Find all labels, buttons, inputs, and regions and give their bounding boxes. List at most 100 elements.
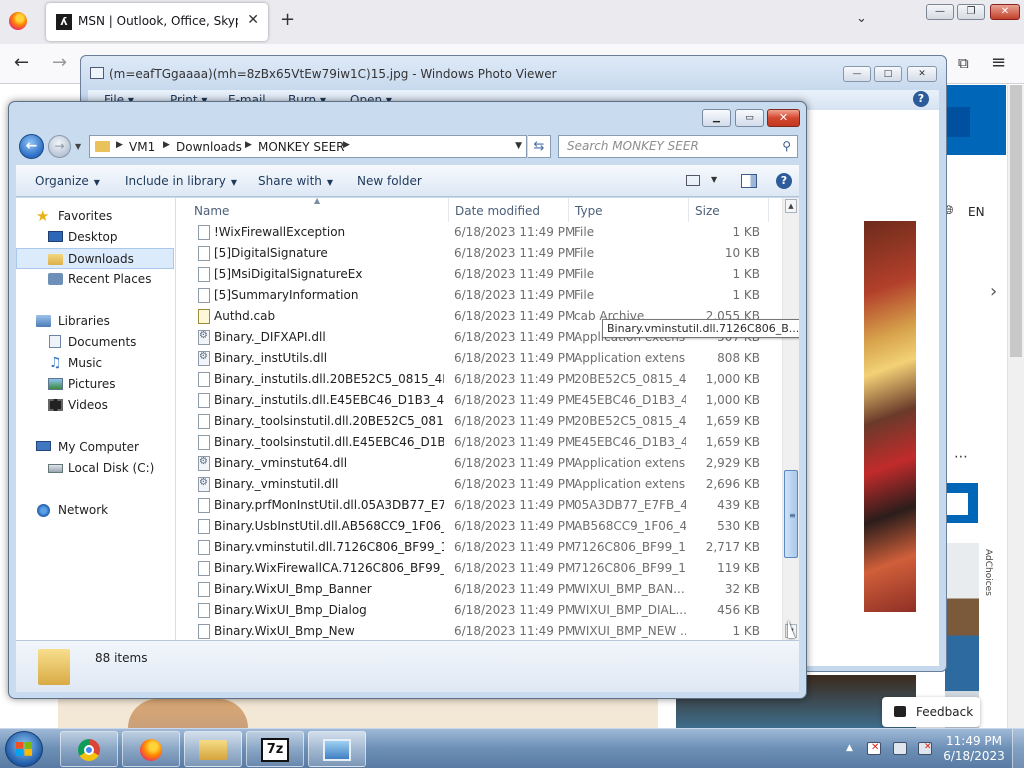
nav-local-disk[interactable]: Local Disk (C:): [16, 458, 174, 479]
file-row[interactable]: Binary._instutils.dll.20BE52C5_0815_4F26…: [176, 369, 782, 390]
explorer-minimize-button[interactable]: ▁: [702, 109, 731, 127]
file-row[interactable]: Binary.UsbInstUtil.dll.AB568CC9_1F06_42.…: [176, 516, 782, 537]
address-dropdown-icon[interactable]: ▼: [515, 141, 522, 151]
explorer-close-button[interactable]: ✕: [767, 109, 800, 127]
file-row[interactable]: Binary.vminstutil.dll.7126C806_BF99_11D.…: [176, 537, 782, 558]
taskbar-chrome-button[interactable]: [60, 731, 118, 767]
language-label[interactable]: EN: [968, 205, 985, 219]
nav-recent-places[interactable]: Recent Places: [16, 269, 174, 290]
preview-pane-icon[interactable]: [741, 174, 757, 188]
file-row[interactable]: Binary.WixFirewallCA.7126C806_BF99_11...…: [176, 558, 782, 579]
forward-arrow-icon[interactable]: →: [52, 54, 67, 72]
explorer-titlebar[interactable]: ▁ ▭ ✕: [9, 102, 806, 132]
breadcrumb-vm1[interactable]: VM1: [129, 140, 155, 154]
breadcrumb-separator-icon[interactable]: ▶: [343, 140, 350, 150]
show-hidden-icons-icon[interactable]: ▲: [846, 743, 853, 753]
firefox-restore-button[interactable]: ❐: [957, 4, 985, 20]
refresh-icon[interactable]: ⇆: [528, 135, 551, 158]
nav-my-computer[interactable]: My Computer: [16, 437, 174, 458]
scroll-up-icon[interactable]: ▲: [785, 199, 797, 213]
extensions-icon[interactable]: ⧉: [958, 54, 969, 72]
page-scroll-thumb[interactable]: [1010, 85, 1022, 357]
nav-pictures[interactable]: Pictures: [16, 374, 174, 395]
page-scrollbar[interactable]: [1007, 85, 1024, 728]
volume-muted-icon[interactable]: [918, 742, 932, 755]
more-options-icon[interactable]: ⋯: [954, 449, 968, 465]
view-options-chevron-icon[interactable]: ▼: [711, 175, 717, 184]
column-date-modified[interactable]: Date modified: [455, 204, 540, 218]
action-center-flag-icon[interactable]: [867, 742, 881, 755]
msn-header-button[interactable]: [944, 107, 970, 137]
nav-network[interactable]: Network: [16, 500, 174, 521]
photo-viewer-titlebar[interactable]: (m=eafTGgaaaa)(mh=8zBx65VtEw79iw1C)15.jp…: [81, 56, 946, 90]
address-bar[interactable]: ▶ VM1 ▶ Downloads ▶ MONKEY SEER ▶ ▼: [89, 135, 527, 158]
organize-button[interactable]: Organize ▼: [35, 174, 100, 188]
breadcrumb-downloads[interactable]: Downloads: [176, 140, 242, 154]
news-card-image[interactable]: [58, 699, 658, 728]
nav-desktop[interactable]: Desktop: [16, 227, 174, 248]
nav-favorites[interactable]: ★ Favorites: [16, 206, 174, 227]
column-name[interactable]: Name: [194, 204, 229, 218]
file-row[interactable]: Binary._toolsinstutil.dll.20BE52C5_0815_…: [176, 411, 782, 432]
file-row[interactable]: Binary._toolsinstutil.dll.E45EBC46_D1B3_…: [176, 432, 782, 453]
file-row[interactable]: Binary._vminstutil.dll 6/18/2023 11:49 PM…: [176, 474, 782, 495]
column-type[interactable]: Type: [575, 204, 603, 218]
show-desktop-button[interactable]: [1012, 729, 1024, 768]
photo-viewer-minimize-button[interactable]: —: [843, 66, 871, 82]
file-row[interactable]: Binary.prfMonInstUtil.dll.05A3DB77_E7FB.…: [176, 495, 782, 516]
explorer-maximize-button[interactable]: ▭: [735, 109, 764, 127]
taskbar-explorer-button[interactable]: [184, 731, 242, 767]
share-with-button[interactable]: Share with ▼: [258, 174, 333, 188]
include-in-library-button[interactable]: Include in library ▼: [125, 174, 237, 188]
adchoices-label[interactable]: AdChoices: [981, 549, 993, 596]
browser-tab-msn[interactable]: ʎ MSN | Outlook, Office, Skype, B ✕: [46, 3, 268, 41]
column-size[interactable]: Size: [695, 204, 720, 218]
start-button[interactable]: [5, 731, 43, 767]
photo-viewer-close-button[interactable]: ✕: [907, 66, 937, 82]
scroll-thumb[interactable]: ≡: [784, 470, 798, 558]
photo-viewer-maximize-button[interactable]: □: [874, 66, 902, 82]
new-tab-button[interactable]: +: [280, 11, 295, 29]
msn-promo-block[interactable]: [942, 483, 978, 523]
file-row[interactable]: [5]DigitalSignature 6/18/2023 11:49 PM Fil…: [176, 243, 782, 264]
help-icon[interactable]: ?: [776, 173, 792, 189]
file-row[interactable]: Binary._instutils.dll.E45EBC46_D1B3_409D…: [176, 390, 782, 411]
taskbar-photo-viewer-button[interactable]: [308, 731, 366, 767]
taskbar-firefox-button[interactable]: [122, 731, 180, 767]
file-row[interactable]: Binary._instUtils.dll 6/18/2023 11:49 PMA…: [176, 348, 782, 369]
nav-libraries[interactable]: Libraries: [16, 311, 174, 332]
tab-close-icon[interactable]: ✕: [247, 12, 259, 28]
system-clock[interactable]: 11:49 PM 6/18/2023: [943, 734, 1005, 764]
taskbar-7zip-button[interactable]: 7z: [246, 731, 304, 767]
nav-music[interactable]: ♫ Music: [16, 353, 174, 374]
new-folder-button[interactable]: New folder: [357, 174, 422, 188]
network-tray-icon[interactable]: [893, 742, 907, 755]
breadcrumb-separator-icon[interactable]: ▶: [163, 140, 170, 150]
file-row[interactable]: [5]SummaryInformation 6/18/2023 11:49 PM F…: [176, 285, 782, 306]
firefox-logo-icon[interactable]: [9, 12, 27, 30]
breadcrumb-separator-icon[interactable]: ▶: [116, 140, 123, 150]
firefox-minimize-button[interactable]: —: [926, 4, 954, 20]
file-row[interactable]: Binary.WixUI_Bmp_New 6/18/2023 11:49 PM WI…: [176, 621, 782, 640]
file-row[interactable]: Binary.WixUI_Bmp_Banner 6/18/2023 11:49 P…: [176, 579, 782, 600]
breadcrumb-separator-icon[interactable]: ▶: [245, 140, 252, 150]
search-icon[interactable]: ⚲: [782, 139, 791, 153]
file-row[interactable]: Binary.WixUI_Bmp_Dialog 6/18/2023 11:49 P…: [176, 600, 782, 621]
back-button-icon[interactable]: ←: [19, 134, 44, 159]
search-input[interactable]: Search MONKEY SEER ⚲: [558, 135, 798, 158]
forward-button-icon[interactable]: →: [48, 135, 71, 158]
list-tabs-chevron-icon[interactable]: ⌄: [856, 11, 867, 26]
file-row[interactable]: [5]MsiDigitalSignatureEx 6/18/2023 11:49 …: [176, 264, 782, 285]
nav-documents[interactable]: Documents: [16, 332, 174, 353]
nav-videos[interactable]: Videos: [16, 395, 174, 416]
recent-pages-chevron-icon[interactable]: ▼: [75, 142, 81, 151]
change-view-icon[interactable]: [686, 175, 700, 186]
file-list-scrollbar[interactable]: ▲ ≡ ▼: [782, 198, 799, 640]
nav-downloads[interactable]: Downloads: [16, 248, 174, 269]
carousel-next-icon[interactable]: ›: [990, 281, 997, 302]
photo-viewer-help-icon[interactable]: ?: [913, 91, 929, 107]
firefox-close-button[interactable]: ✕: [990, 4, 1020, 20]
hamburger-menu-icon[interactable]: ≡: [991, 54, 1006, 72]
breadcrumb-monkey-seer[interactable]: MONKEY SEER: [258, 140, 345, 154]
back-arrow-icon[interactable]: ←: [14, 54, 29, 72]
